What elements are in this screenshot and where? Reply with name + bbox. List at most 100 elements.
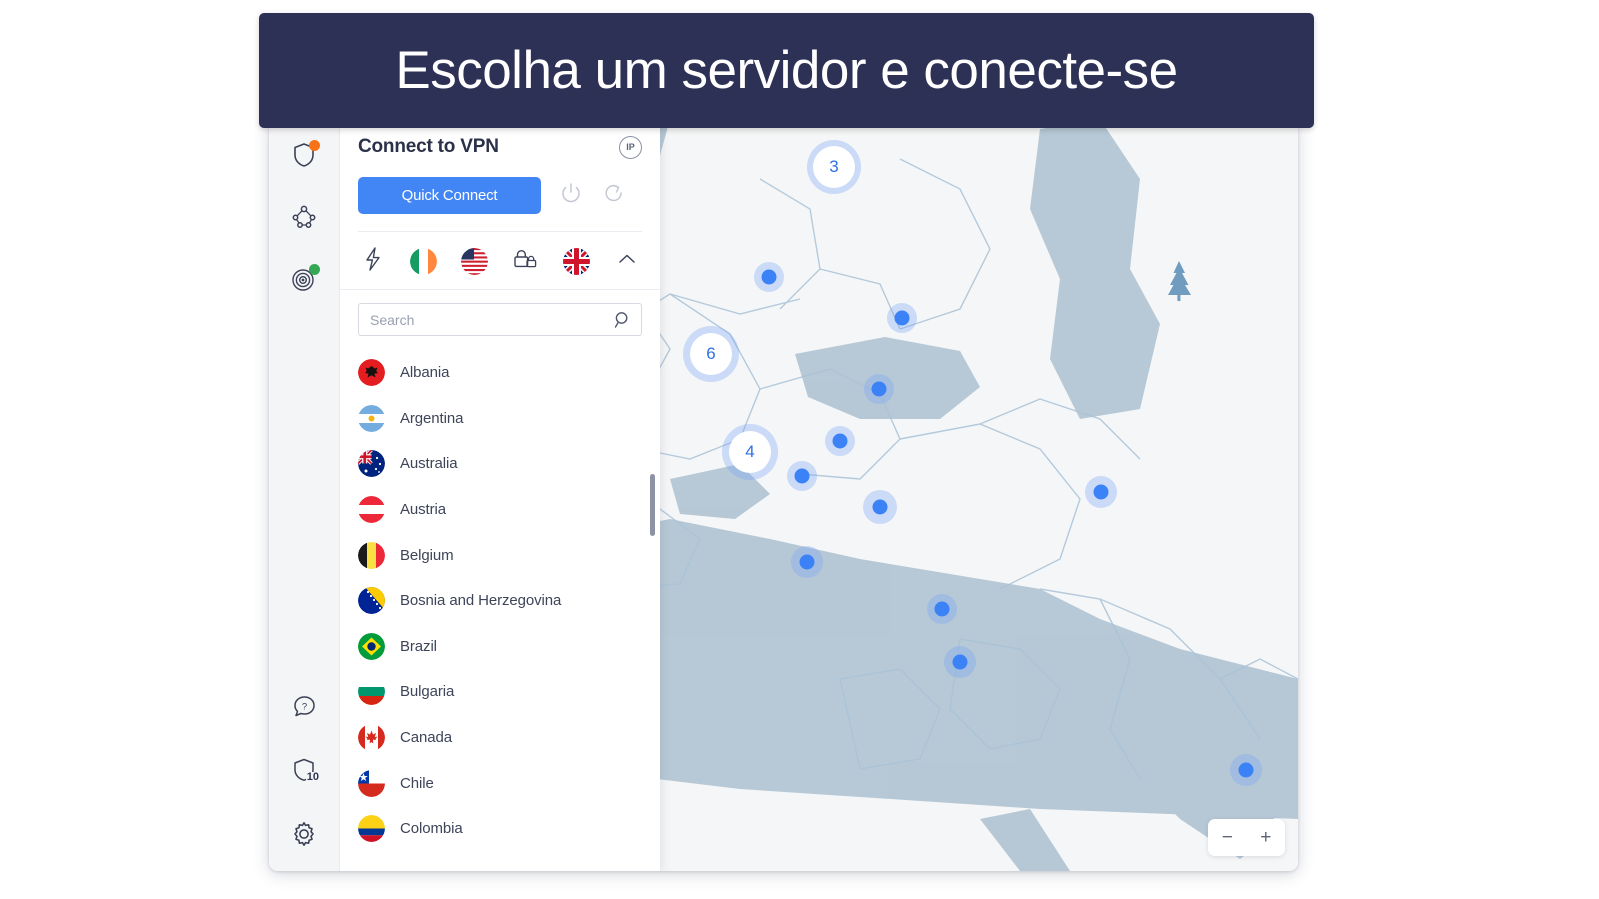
marker-dot <box>799 554 815 570</box>
vpn-app-window: ? 10 3 6 4 − + Connect to VPN IP Quick C… <box>269 119 1298 871</box>
cluster-count: 6 <box>690 333 732 375</box>
tree-icon <box>1166 261 1192 306</box>
flag-canada-icon <box>358 724 385 752</box>
page-title: Connect to VPN <box>358 136 499 157</box>
map-stage[interactable]: 3 6 4 − + Connect to VPN IP Quick Connec… <box>340 119 1298 871</box>
marker-dot <box>894 310 910 326</box>
flag-united-kingdom-icon <box>562 247 590 275</box>
double-lock-icon <box>512 247 538 275</box>
marker-dot <box>761 269 777 285</box>
quick-shortcut-row <box>340 232 660 290</box>
quick-connect-button[interactable]: Quick Connect <box>358 177 541 214</box>
notification-dot-orange <box>309 140 320 151</box>
sidebar-item-settings[interactable] <box>287 817 321 851</box>
flag-ireland-icon <box>410 247 438 275</box>
country-list[interactable]: Albania Argentina Australia Austria Belg… <box>340 346 660 871</box>
country-name: Belgium <box>400 546 454 564</box>
country-name: Brazil <box>400 637 437 655</box>
flag-belgium-icon <box>358 541 385 569</box>
panel-header: Connect to VPN IP Quick Connect <box>340 119 660 232</box>
ip-info-button[interactable]: IP <box>619 135 642 159</box>
sidebar-item-shield-count[interactable]: 10 <box>287 753 321 787</box>
list-item[interactable]: Bulgaria <box>340 669 660 715</box>
chevron-up-icon <box>618 252 636 271</box>
country-name: Canada <box>400 729 452 747</box>
refresh-button[interactable] <box>601 183 627 209</box>
sidebar-item-protection[interactable] <box>287 138 321 172</box>
flag-austria-icon <box>358 496 385 524</box>
marker-dot <box>832 433 848 449</box>
country-name: Colombia <box>400 820 463 838</box>
list-item[interactable]: Chile <box>340 760 660 806</box>
mesh-network-icon <box>291 204 317 230</box>
zoom-out-button[interactable]: − <box>1208 819 1247 856</box>
list-item[interactable]: Albania <box>340 350 660 396</box>
flag-australia-icon <box>358 450 385 478</box>
zoom-in-button[interactable]: + <box>1247 819 1286 856</box>
country-name: Albania <box>400 364 450 382</box>
shortcut-fastest-server[interactable] <box>358 246 388 276</box>
power-icon <box>560 182 582 209</box>
sidebar-item-help[interactable]: ? <box>287 689 321 723</box>
country-name: Chile <box>400 774 434 792</box>
scrollbar-thumb[interactable] <box>650 474 655 536</box>
list-item[interactable]: Brazil <box>340 624 660 670</box>
list-item[interactable]: Austria <box>340 487 660 533</box>
list-item[interactable]: Belgium <box>340 532 660 578</box>
flag-chile-icon <box>358 769 385 797</box>
flag-bulgaria-icon <box>358 678 385 706</box>
cluster-count: 3 <box>813 146 855 188</box>
flag-argentina-icon <box>358 404 385 432</box>
country-name: Argentina <box>400 409 464 427</box>
help-icon: ? <box>292 694 317 719</box>
list-item[interactable]: Canada <box>340 715 660 761</box>
list-item[interactable]: Bosnia and Herzegovina <box>340 578 660 624</box>
marker-dot <box>934 601 950 617</box>
rail-top-group <box>287 119 321 296</box>
instruction-banner: Escolha um servidor e conecte-se <box>259 13 1314 128</box>
sidebar-item-threat-protection[interactable] <box>287 262 321 296</box>
country-name: Bulgaria <box>400 683 455 701</box>
panel-title-row: Connect to VPN IP <box>358 132 642 162</box>
power-button[interactable] <box>558 183 584 209</box>
list-item[interactable]: Argentina <box>340 396 660 442</box>
flag-united-states-icon <box>461 247 489 275</box>
cluster-count: 4 <box>729 431 771 473</box>
list-scrollbar[interactable] <box>649 346 656 871</box>
marker-dot <box>871 381 887 397</box>
marker-dot <box>794 468 810 484</box>
search-section <box>340 290 660 346</box>
list-item[interactable]: Australia <box>340 441 660 487</box>
status-dot-green <box>309 264 320 275</box>
search-box <box>358 303 642 336</box>
marker-dot <box>1093 484 1109 500</box>
search-icon[interactable] <box>613 310 633 330</box>
shield-count-label: 10 <box>305 771 319 783</box>
flag-bosnia-icon <box>358 587 385 615</box>
shortcut-flag-ireland[interactable] <box>409 246 439 276</box>
shortcut-flag-united-kingdom[interactable] <box>561 246 591 276</box>
rail-bottom-group: ? 10 <box>269 689 339 851</box>
screenshot-root: ? 10 3 6 4 − + Connect to VPN IP Quick C… <box>0 0 1599 899</box>
collapse-shortcuts-button[interactable] <box>612 246 642 276</box>
marker-dot <box>952 654 968 670</box>
marker-dot <box>872 499 888 515</box>
country-name: Australia <box>400 455 458 473</box>
shortcut-double-vpn[interactable] <box>510 246 540 276</box>
marker-dot <box>1238 762 1254 778</box>
map-zoom-control: − + <box>1208 819 1285 856</box>
shortcut-flag-united-states[interactable] <box>460 246 490 276</box>
banner-text: Escolha um servidor e conecte-se <box>395 41 1178 100</box>
left-rail: ? 10 <box>269 119 340 871</box>
connect-to-vpn-panel: Connect to VPN IP Quick Connect Search A… <box>340 119 660 871</box>
country-name: Austria <box>400 501 446 519</box>
flag-colombia-icon <box>358 815 385 843</box>
sidebar-item-mesh-network[interactable] <box>287 200 321 234</box>
refresh-icon <box>603 182 625 209</box>
list-item[interactable]: Colombia <box>340 806 660 852</box>
flag-albania-icon <box>358 359 385 387</box>
flag-brazil-icon <box>358 632 385 660</box>
search-input[interactable] <box>359 304 641 335</box>
lightning-icon <box>363 246 383 276</box>
settings-gear-icon <box>291 821 317 847</box>
